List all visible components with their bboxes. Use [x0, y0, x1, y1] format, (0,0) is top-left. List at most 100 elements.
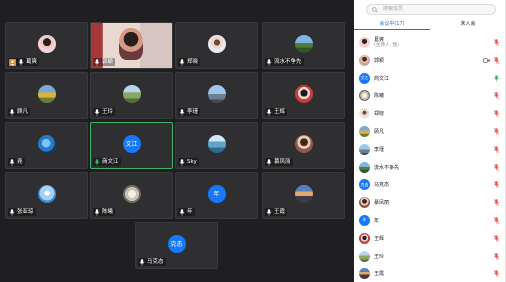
mic-icon — [179, 208, 185, 216]
video-tile[interactable]: 陈曦 — [90, 172, 173, 219]
participant-status-icons — [493, 217, 500, 224]
mic-icon — [179, 58, 185, 66]
participant-name: 慕凤丽 — [374, 200, 390, 207]
participant-name: 郑晓 — [187, 59, 199, 65]
participant-row[interactable]: 年年 — [354, 212, 506, 230]
mic-muted-icon — [493, 234, 500, 242]
mic-icon — [9, 208, 15, 216]
mic-icon — [9, 108, 15, 116]
avatar — [37, 134, 56, 153]
video-tile[interactable]: 郭颖 — [90, 22, 173, 69]
tab-in-meeting[interactable]: 会议中(17) — [354, 19, 430, 30]
avatar — [359, 125, 370, 137]
mic-icon — [179, 158, 185, 166]
participant-status-icons — [493, 145, 500, 153]
participant-status-icons — [493, 181, 500, 189]
mic-icon — [266, 208, 272, 216]
video-tile[interactable]: 王玲 — [90, 72, 173, 119]
participant-name: 慕凤丽 — [274, 159, 291, 165]
participant-name: 王玲 — [374, 253, 385, 260]
tile-name-label: 王辉 — [265, 108, 288, 116]
mic-muted-icon — [493, 181, 500, 189]
video-tile[interactable]: 顾凡 — [5, 72, 88, 119]
mic-icon — [266, 108, 272, 116]
participant-row[interactable]: 郑晓 — [354, 105, 506, 123]
participant-name: 郭颖 — [374, 57, 385, 64]
participant-status-icons — [493, 39, 500, 46]
avatar — [294, 134, 313, 153]
video-tile[interactable]: 年年 — [175, 172, 258, 219]
avatar — [207, 84, 226, 103]
participant-row[interactable]: 克态 马克态 — [354, 176, 506, 194]
avatar — [359, 250, 370, 262]
video-tile[interactable]: 流水不争先 — [262, 22, 345, 69]
participant-status-icons — [493, 110, 500, 118]
video-tile[interactable]: 王霞 — [262, 172, 345, 219]
tile-name-label: 尧 — [8, 158, 25, 166]
participant-row[interactable]: 王霞 — [354, 265, 506, 282]
video-tile[interactable]: 葛爽 — [5, 22, 88, 69]
mic-muted-icon — [493, 56, 500, 64]
participant-status-icons — [493, 199, 500, 207]
avatar — [294, 34, 313, 53]
participant-name: 王玲 — [102, 109, 114, 115]
mic-icon — [179, 108, 185, 116]
mic-active-icon — [94, 158, 100, 166]
video-tile[interactable]: Sky — [175, 122, 258, 169]
participant-row[interactable]: 郭颖 — [354, 52, 506, 70]
mic-icon — [18, 58, 24, 66]
search-input[interactable]: 搜索成员 — [366, 4, 496, 15]
mic-muted-icon — [493, 92, 500, 100]
participant-status-icons — [493, 74, 500, 82]
video-tile[interactable]: 尧 — [5, 122, 88, 169]
video-tile[interactable]: 慕凤丽 — [262, 122, 345, 169]
participant-name: 流水不争先 — [374, 164, 400, 171]
video-tile[interactable]: 李瑾 — [175, 72, 258, 119]
mic-muted-icon — [493, 110, 500, 118]
avatar — [122, 84, 141, 103]
participant-row[interactable]: 流水不争先 — [354, 159, 506, 177]
tile-name-label: 郭颖 — [93, 58, 116, 66]
video-tile[interactable]: 郑晓 — [175, 22, 258, 69]
avatar: 克态 — [359, 179, 370, 191]
avatar — [294, 84, 313, 103]
participant-row[interactable]: 顾凡 — [354, 123, 506, 141]
participant-row[interactable]: 王玲 — [354, 248, 506, 266]
participant-name: 郑晓 — [374, 111, 385, 118]
participant-name: 王辉 — [374, 235, 385, 242]
participant-row[interactable]: 文江 商文江 — [354, 70, 506, 88]
tab-not-joined[interactable]: 未入会 — [430, 19, 506, 30]
participant-name: 年 — [374, 217, 380, 224]
participant-role: (主持人, 我) — [374, 43, 399, 48]
participant-status-icons — [483, 56, 500, 64]
participant-name: 张亚琼 — [17, 209, 34, 215]
participant-list: 葛爽 (主持人, 我) 郭颖文江 商文江 陈曦郑晓顾凡 李瑾流水不争先克态 马克态慕凤丽年年… — [354, 34, 506, 282]
avatar — [359, 143, 370, 155]
avatar — [37, 34, 56, 53]
tile-name-label: 顾凡 — [8, 108, 31, 116]
participant-name: 马克态 — [147, 259, 164, 265]
mic-muted-icon — [493, 252, 500, 260]
avatar — [359, 54, 370, 66]
video-tile[interactable]: 克态 马克态 — [135, 222, 218, 269]
avatar — [359, 37, 370, 48]
tile-name-label: 流水不争先 — [265, 58, 304, 66]
mic-icon — [139, 258, 145, 266]
mic-muted-icon — [493, 217, 500, 224]
host-icon — [9, 58, 16, 66]
participant-row[interactable]: 王辉 — [354, 230, 506, 248]
participant-row[interactable]: 李瑾 — [354, 141, 506, 159]
video-tile[interactable]: 文江 商文江 — [90, 122, 173, 169]
video-tile[interactable]: 张亚琼 — [5, 172, 88, 219]
video-tile[interactable]: 王辉 — [262, 72, 345, 119]
mic-muted-icon — [493, 39, 500, 46]
avatar — [359, 90, 370, 102]
tile-name-label: 张亚琼 — [8, 208, 36, 216]
participant-name: 郭颖 — [102, 59, 114, 65]
participant-row[interactable]: 慕凤丽 — [354, 194, 506, 212]
tile-name-label: 马克态 — [138, 258, 166, 266]
participant-row[interactable]: 葛爽 (主持人, 我) — [354, 34, 506, 52]
participant-row[interactable]: 陈曦 — [354, 87, 506, 105]
mic-muted-icon — [493, 128, 500, 135]
camera-icon — [483, 58, 490, 63]
